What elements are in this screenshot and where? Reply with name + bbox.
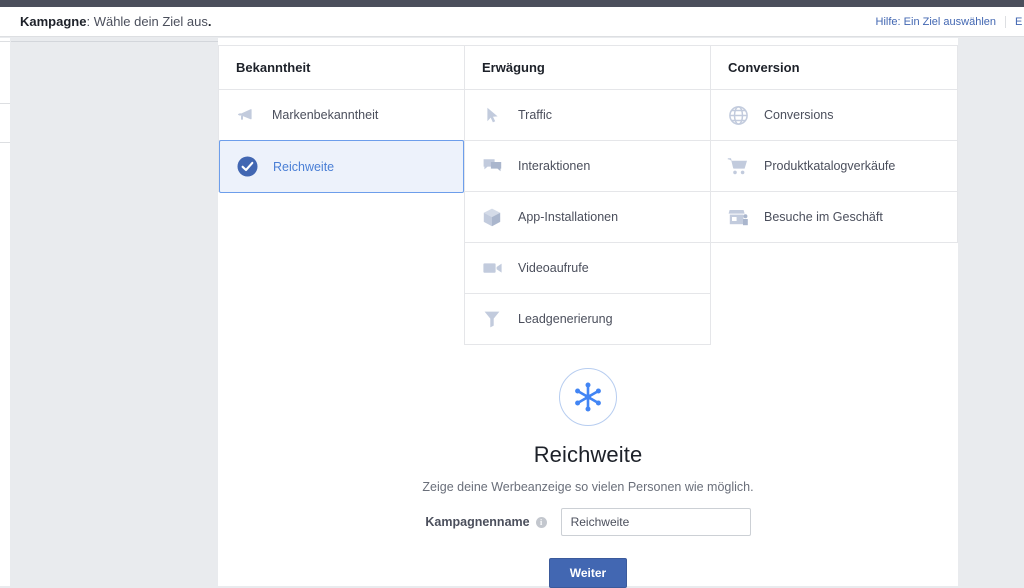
info-icon[interactable]: i [535, 516, 547, 528]
left-rail [0, 38, 10, 586]
megaphone-icon [235, 104, 257, 126]
objective-column-erwaegung: Erwägung Traffic Interaktionen App-Insta… [464, 45, 711, 345]
top-chrome-strip [0, 0, 1024, 7]
objective-item-label: Leadgenerierung [518, 312, 613, 326]
objective-item-label: App-Installationen [518, 210, 619, 224]
left-panel-backdrop [11, 41, 218, 586]
page-title-rest: : Wähle dein Ziel aus [86, 14, 208, 29]
rail-divider [0, 103, 10, 104]
objective-item-produktkatalogverkaeufe[interactable]: Produktkatalogverkäufe [711, 141, 957, 192]
hero-title: Reichweite [533, 442, 643, 467]
objective-item-markenbekanntheit[interactable]: Markenbekanntheit [219, 90, 464, 141]
column-heading: Bekanntheit [219, 46, 464, 90]
hero-subtitle: Zeige deine Werbeanzeige so vielen Perso… [422, 480, 754, 494]
next-button[interactable]: Weiter [548, 558, 628, 588]
rail-divider [0, 41, 10, 42]
selected-objective-hero: Reichweite Zeige deine Werbeanzeige so v… [218, 368, 958, 494]
storefront-icon [727, 206, 749, 228]
page-title: Kampagne: Wähle dein Ziel aus. [20, 7, 212, 37]
objective-column-bekanntheit: Bekanntheit Markenbekanntheit Reichweite [218, 45, 465, 193]
campaign-name-row: Kampagnenname i Kampagnenname [218, 508, 958, 536]
funnel-icon [481, 308, 503, 330]
objective-item-traffic[interactable]: Traffic [465, 90, 710, 141]
header-links: Hilfe: Ein Ziel auswählen E [867, 7, 1024, 37]
objective-item-reichweite[interactable]: Reichweite [219, 140, 464, 193]
objective-item-label: Markenbekanntheit [272, 108, 379, 122]
objective-item-label: Videoaufrufe [518, 261, 589, 275]
header-secondary-link[interactable]: E [1005, 16, 1024, 28]
objective-column-conversion: Conversion Conversions Produktkatalogver… [710, 45, 958, 243]
speech-bubbles-icon [481, 155, 503, 177]
video-camera-icon [481, 257, 503, 279]
objective-item-label: Conversions [764, 108, 834, 122]
page-title-period: . [207, 14, 212, 29]
cube-icon [481, 206, 503, 228]
actions-row: Weiter [218, 558, 958, 588]
campaign-name-input[interactable] [560, 508, 751, 536]
rail-divider [0, 142, 10, 143]
objective-item-label: Besuche im Geschäft [764, 210, 883, 224]
header-bar: Kampagne: Wähle dein Ziel aus. Hilfe: Ei… [0, 7, 1024, 37]
column-heading: Conversion [711, 46, 957, 90]
column-heading: Erwägung [465, 46, 710, 90]
objective-item-app-installationen[interactable]: App-Installationen [465, 192, 710, 243]
objective-columns: Bekanntheit Markenbekanntheit Reichweite… [218, 45, 958, 353]
objective-item-label: Traffic [518, 108, 553, 122]
objective-item-label: Interaktionen [518, 159, 591, 173]
objective-item-conversions[interactable]: Conversions [711, 90, 957, 141]
check-circle-icon [236, 156, 258, 178]
cursor-arrow-icon [481, 104, 503, 126]
objective-item-leadgenerierung[interactable]: Leadgenerierung [465, 294, 710, 345]
shopping-cart-icon [727, 155, 749, 177]
objective-item-label: Produktkatalogverkäufe [764, 159, 896, 173]
help-link[interactable]: Hilfe: Ein Ziel auswählen [867, 16, 1005, 28]
reach-asterisk-icon [559, 368, 617, 426]
page-title-strong: Kampagne [20, 14, 87, 29]
campaign-name-label: Kampagnenname [425, 515, 530, 529]
objective-item-besuche-im-geschaeft[interactable]: Besuche im Geschäft [711, 192, 957, 243]
objective-item-label: Reichweite [273, 159, 335, 174]
globe-icon [727, 104, 749, 126]
objective-item-videoaufrufe[interactable]: Videoaufrufe [465, 243, 710, 294]
main-content: Bekanntheit Markenbekanntheit Reichweite… [218, 38, 958, 588]
objective-item-interaktionen[interactable]: Interaktionen [465, 141, 710, 192]
